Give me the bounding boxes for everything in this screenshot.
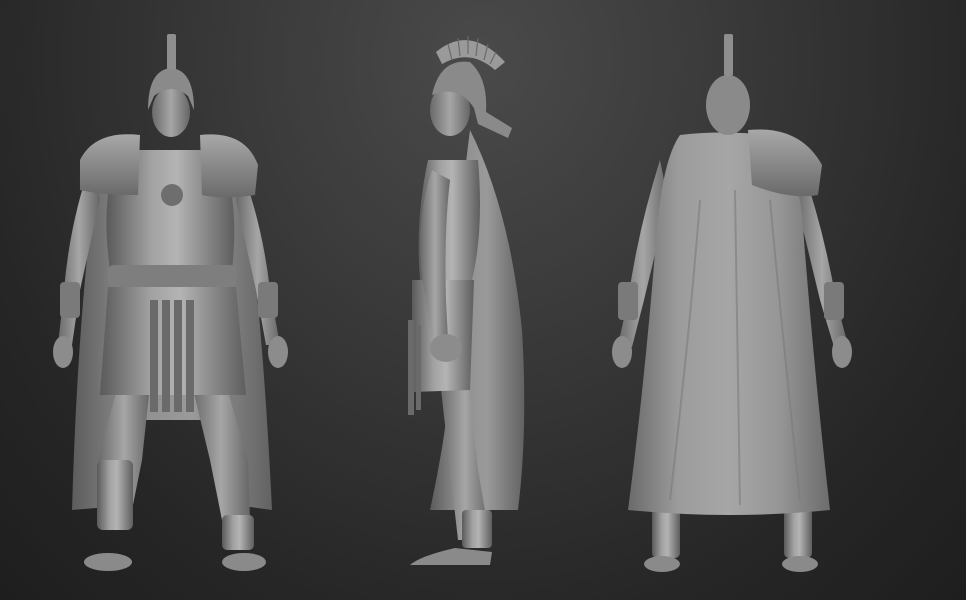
front-head (152, 87, 190, 137)
back-left-bracer (618, 282, 638, 320)
front-right-greave (222, 515, 254, 550)
back-left-foot (644, 556, 680, 572)
front-left-foot (84, 553, 132, 571)
front-helmet-crest-post (167, 34, 176, 70)
side-foot (410, 548, 492, 565)
back-view-figure (612, 34, 852, 572)
sculpt-render-viewport (0, 0, 966, 600)
side-view-figure (408, 36, 525, 565)
back-right-ankle (784, 508, 812, 558)
back-right-hand (832, 336, 852, 368)
back-left-hand (612, 336, 632, 368)
back-right-foot (782, 556, 818, 572)
front-left-pauldron (80, 134, 140, 195)
front-view-figure (53, 34, 288, 571)
back-right-bracer (824, 282, 844, 320)
back-right-pauldron (748, 129, 822, 197)
side-hand (430, 334, 462, 362)
back-helmet-crest-post (724, 34, 733, 76)
turnaround-scene (53, 34, 852, 572)
front-right-hand (268, 336, 288, 368)
front-belt (108, 265, 236, 287)
front-tunic-skirt (100, 287, 246, 395)
front-skull-emblem (161, 184, 183, 206)
front-right-foot (222, 553, 266, 571)
side-greave (462, 510, 492, 548)
front-left-bracer (60, 282, 80, 318)
back-left-ankle (652, 508, 680, 558)
front-right-pauldron (200, 134, 258, 198)
front-left-greave (97, 460, 133, 530)
front-right-bracer (258, 282, 278, 318)
back-head (706, 75, 750, 135)
front-left-hand (53, 336, 73, 368)
